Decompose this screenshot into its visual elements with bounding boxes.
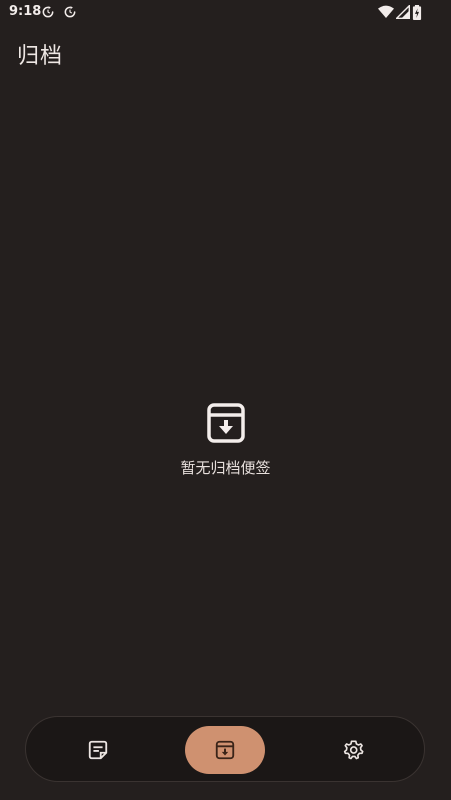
status-indicators [378, 5, 426, 21]
page-title: 归档 [17, 44, 64, 69]
signal-icon [396, 5, 410, 19]
gear-icon [343, 740, 364, 760]
nav-settings-button[interactable] [314, 726, 394, 774]
empty-state-message: 暂无归档便签 [180, 459, 271, 477]
status-bar: 9:18 [0, 0, 451, 26]
empty-state: 暂无归档便签 [0, 402, 451, 478]
archive-icon [215, 740, 235, 760]
note-icon [88, 740, 108, 760]
status-time: 9:18 [9, 4, 42, 19]
bottom-navigation [25, 716, 425, 782]
nav-archive-button[interactable] [185, 726, 265, 774]
battery-icon [412, 5, 422, 20]
wifi-icon [378, 5, 394, 19]
sync-icon [64, 6, 76, 18]
sync-icon [42, 6, 54, 18]
archive-icon [206, 403, 245, 443]
nav-notes-button[interactable] [58, 726, 138, 774]
